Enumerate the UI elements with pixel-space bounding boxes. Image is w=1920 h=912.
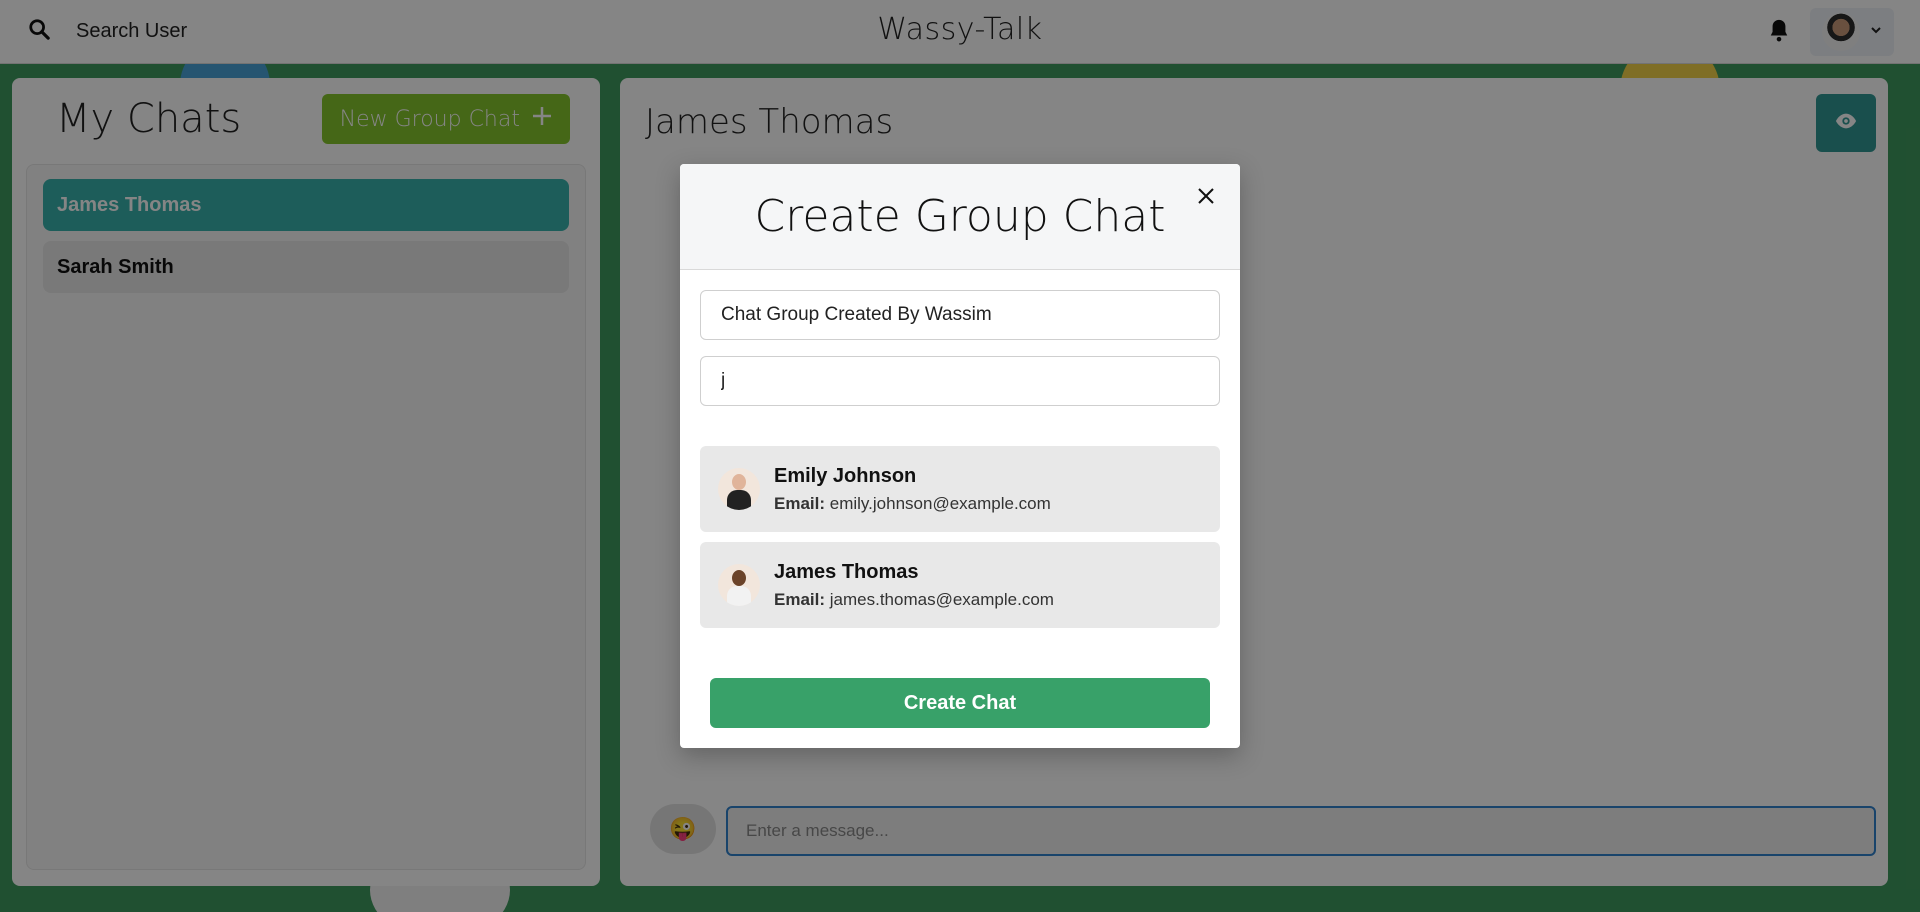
avatar [718, 468, 760, 510]
modal-header: Create Group Chat [680, 164, 1240, 270]
close-icon[interactable] [1194, 184, 1218, 208]
create-chat-button[interactable]: Create Chat [710, 678, 1210, 728]
user-name: James Thomas [774, 560, 919, 583]
email-value: emily.johnson@example.com [829, 493, 1051, 513]
user-email: Email: james.thomas@example.com [774, 590, 1054, 610]
group-name-field[interactable] [700, 290, 1220, 340]
list-item[interactable]: James Thomas Email: james.thomas@example… [700, 542, 1220, 628]
list-item[interactable]: Emily Johnson Email: emily.johnson@examp… [700, 446, 1220, 532]
user-email: Email: emily.johnson@example.com [774, 494, 1051, 514]
email-label: Email: [774, 589, 826, 609]
avatar [718, 564, 760, 606]
create-group-chat-modal: Create Group Chat Emily Johnson Email: e… [680, 164, 1240, 748]
add-users-search-input[interactable] [700, 356, 1220, 406]
user-name: Emily Johnson [774, 464, 917, 487]
email-value: james.thomas@example.com [829, 589, 1054, 609]
user-search-results: Emily Johnson Email: emily.johnson@examp… [700, 446, 1220, 628]
email-label: Email: [774, 493, 826, 513]
modal-title: Create Group Chat [754, 191, 1166, 242]
